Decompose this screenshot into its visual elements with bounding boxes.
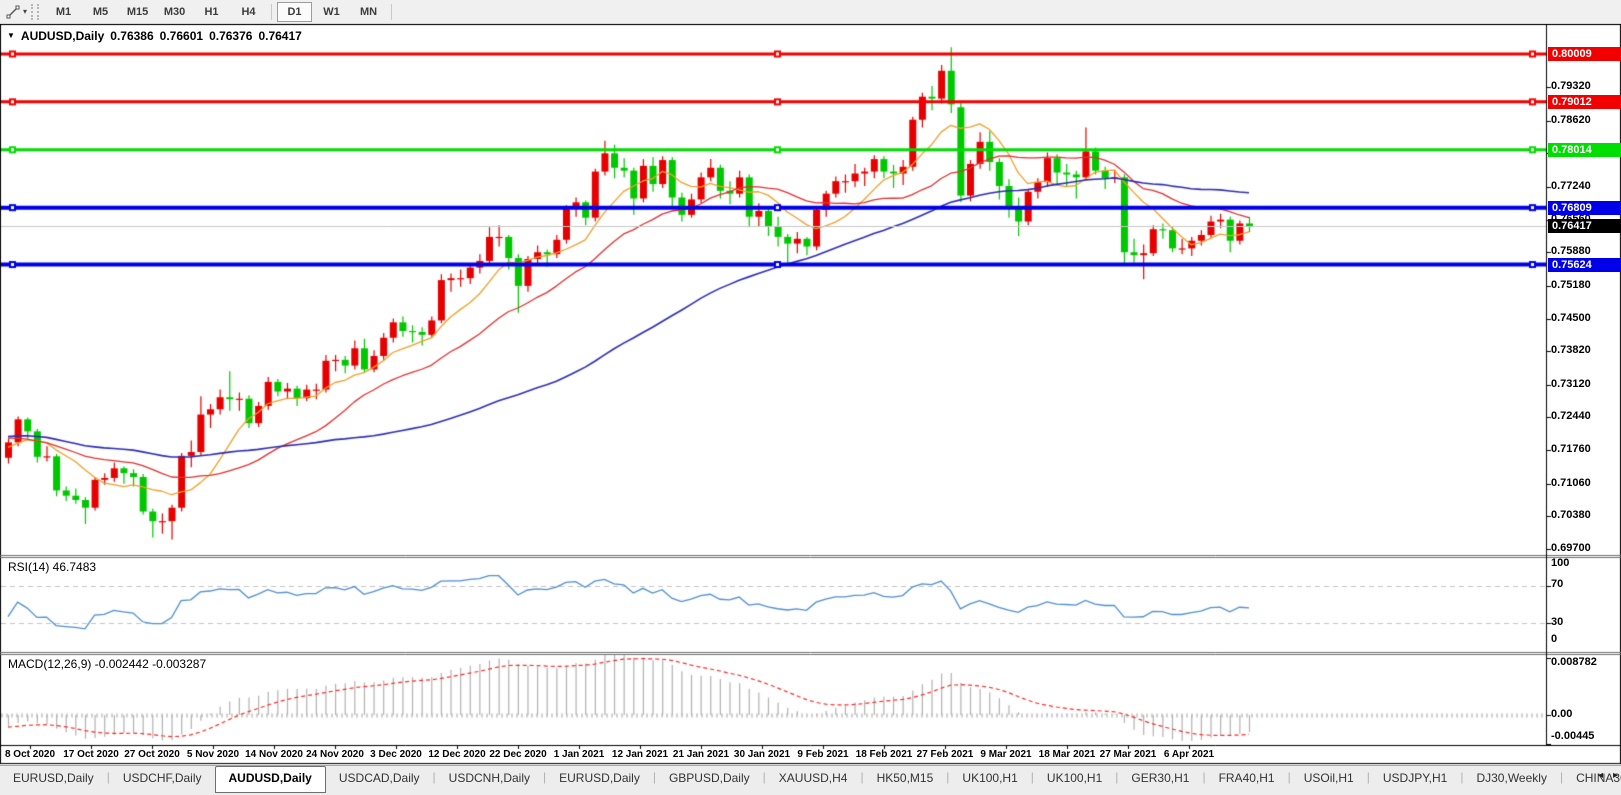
rsi-axis-label: 100 — [1551, 557, 1569, 569]
timeframe-button-m30[interactable]: M30 — [157, 2, 192, 22]
timeframe-group-separator — [271, 4, 272, 20]
rsi-axis-label: 70 — [1551, 578, 1563, 590]
timeframe-button-mn[interactable]: MN — [351, 2, 386, 22]
timeframe-group-separator — [391, 4, 392, 20]
level-price-badge: 0.80009 — [1548, 47, 1621, 61]
line-studies-cursor-icon[interactable] — [3, 3, 23, 21]
tab-scroll-left-icon[interactable]: ◂ — [1596, 768, 1605, 783]
date-axis-label: 6 Apr 2021 — [1143, 749, 1235, 760]
price-axis-tick-label: 0.74500 — [1551, 312, 1591, 324]
timeframe-toolbar: ▾ M1M5M15M30H1H4 D1W1MN — [0, 0, 1621, 24]
macd-axis-label: -0.00445 — [1551, 730, 1594, 742]
chart-symbol-period: AUDUSD,Daily — [21, 29, 104, 43]
price-axis-tick-label: 0.73120 — [1551, 378, 1591, 390]
price-axis-tick-label: 0.73820 — [1551, 344, 1591, 356]
ohlc-low: 0.76376 — [209, 29, 252, 43]
price-axis-tick-label: 0.75880 — [1551, 245, 1591, 257]
level-price-badge: 0.78014 — [1548, 143, 1621, 157]
macd-axis-label: 0.00 — [1551, 708, 1572, 720]
ohlc-high: 0.76601 — [160, 29, 203, 43]
chart-tab-bar: EURUSD,Daily|USDCHF,DailyAUDUSD,DailyUSD… — [0, 765, 1621, 795]
chart-tab-hk50-m15[interactable]: HK50,M15 — [864, 766, 947, 789]
price-axis-tick-label: 0.71760 — [1551, 443, 1591, 455]
timeframe-button-m1[interactable]: M1 — [46, 2, 81, 22]
price-axis-tick-label: 0.70380 — [1551, 509, 1591, 521]
timeframe-button-d1[interactable]: D1 — [277, 2, 312, 22]
chart-tab-ger30-h1[interactable]: GER30,H1 — [1118, 766, 1202, 789]
timeframe-buttons-group: M1M5M15M30H1H4 D1W1MN — [45, 2, 396, 22]
level-price-badge: 0.75624 — [1548, 258, 1621, 272]
chart-menu-icon[interactable]: ▼ — [7, 31, 15, 40]
chart-ohlc-readout: ▼ AUDUSD,Daily 0.76386 0.76601 0.76376 0… — [7, 29, 302, 43]
level-price-badge: 0.79012 — [1548, 95, 1621, 109]
current-price-badge: 0.76417 — [1548, 219, 1621, 233]
chart-tab-gbpusd-daily[interactable]: GBPUSD,Daily — [656, 766, 763, 789]
price-axis-tick-label: 0.79320 — [1551, 80, 1591, 92]
chart-tab-dj30-weekly[interactable]: DJ30,Weekly — [1463, 766, 1559, 789]
chart-tab-uk100-h1[interactable]: UK100,H1 — [949, 766, 1030, 789]
tab-scroll-right-icon[interactable]: ▸ — [1611, 768, 1620, 783]
timeframe-button-h4[interactable]: H4 — [231, 2, 266, 22]
chart-tab-eurusd-daily[interactable]: EURUSD,Daily — [0, 766, 107, 789]
chart-tab-usdcad-daily[interactable]: USDCAD,Daily — [326, 766, 433, 789]
timeframe-button-m15[interactable]: M15 — [120, 2, 155, 22]
ohlc-close: 0.76417 — [258, 29, 301, 43]
rsi-axis-label: 30 — [1551, 616, 1563, 628]
ohlc-open: 0.76386 — [110, 29, 153, 43]
timeframe-button-h1[interactable]: H1 — [194, 2, 229, 22]
chart-tab-xauusd-h4[interactable]: XAUUSD,H4 — [766, 766, 861, 789]
rsi-panel-title: RSI(14) 46.7483 — [8, 560, 96, 574]
price-axis-tick-label: 0.71060 — [1551, 477, 1591, 489]
chart-tab-usdjpy-h1[interactable]: USDJPY,H1 — [1370, 766, 1460, 789]
chart-tab-fra40-h1[interactable]: FRA40,H1 — [1206, 766, 1288, 789]
price-axis-tick-label: 0.78620 — [1551, 114, 1591, 126]
rsi-axis-label: 0 — [1551, 633, 1557, 645]
chart-tab-eurusd-daily[interactable]: EURUSD,Daily — [546, 766, 653, 789]
chart-tab-usdchf-daily[interactable]: USDCHF,Daily — [110, 766, 215, 789]
macd-panel-title: MACD(12,26,9) -0.002442 -0.003287 — [8, 657, 206, 671]
mt4-terminal: ▾ M1M5M15M30H1H4 D1W1MN ▼ AUDUSD,Daily 0.… — [0, 0, 1621, 795]
tab-scroll-arrows: ◂ ▸ — [1596, 768, 1620, 783]
level-price-badge: 0.76809 — [1548, 201, 1621, 215]
chart-tab-audusd-daily[interactable]: AUDUSD,Daily — [215, 766, 326, 793]
price-axis-tick-label: 0.72440 — [1551, 410, 1591, 422]
price-axis-tick-label: 0.69700 — [1551, 542, 1591, 554]
timeframe-button-w1[interactable]: W1 — [314, 2, 349, 22]
chart-canvas[interactable] — [0, 24, 1621, 765]
cursor-dropdown-caret-icon[interactable]: ▾ — [23, 7, 27, 16]
toolbar-grip[interactable] — [31, 4, 39, 20]
chart-tab-usoil-h1[interactable]: USOil,H1 — [1291, 766, 1367, 789]
chart-tab-usdcnh-daily[interactable]: USDCNH,Daily — [436, 766, 543, 789]
price-axis-tick-label: 0.75180 — [1551, 279, 1591, 291]
timeframe-button-m5[interactable]: M5 — [83, 2, 118, 22]
chart-tab-uk100-h1[interactable]: UK100,H1 — [1034, 766, 1115, 789]
macd-axis-label: 0.008782 — [1551, 656, 1597, 668]
price-axis-tick-label: 0.77240 — [1551, 180, 1591, 192]
